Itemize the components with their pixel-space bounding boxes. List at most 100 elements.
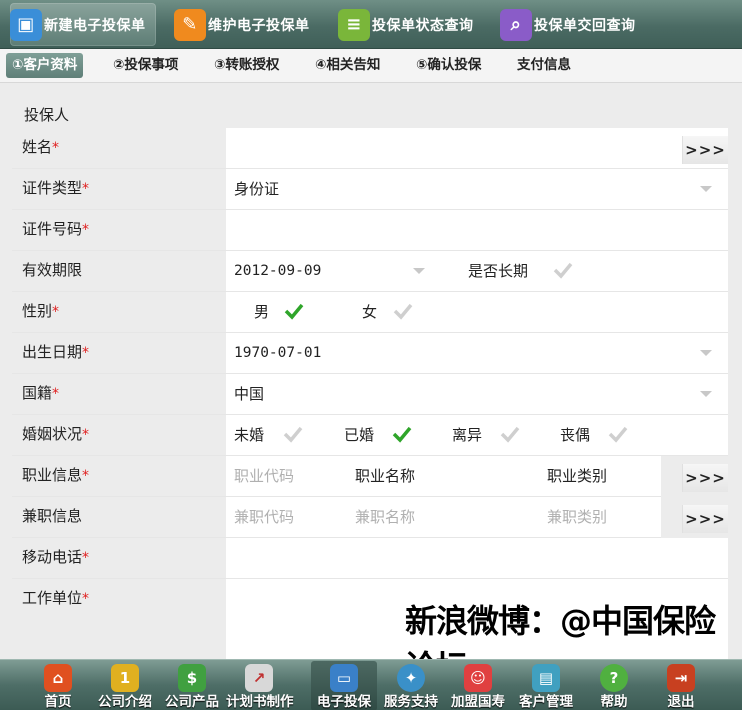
female-checkbox[interactable]: [393, 302, 413, 320]
nationality-select[interactable]: 中国: [234, 374, 264, 414]
exit-door-icon: ⇥: [667, 664, 695, 692]
tab-maintain-policy[interactable]: ✎ 维护电子投保单: [174, 3, 324, 46]
nav-company-intro[interactable]: 1 公司介绍: [92, 661, 158, 710]
row-nationality: 国籍* 中国: [12, 374, 728, 415]
check-icon: [392, 426, 412, 443]
nav-help[interactable]: ? 帮助: [581, 661, 647, 710]
long-term-label: 是否长期: [468, 262, 529, 280]
occupation-code-input[interactable]: 职业代码: [234, 456, 294, 496]
nav-proposal[interactable]: ↗ 计划书制作: [226, 661, 294, 710]
row-gender: 性别* 男 女: [12, 292, 728, 333]
id-type-select[interactable]: 身份证: [234, 169, 279, 209]
birth-date-select[interactable]: 1970-07-01: [234, 333, 321, 373]
check-icon: [393, 303, 413, 320]
part-time-label: 兼职信息: [12, 497, 226, 537]
step-insurance-items[interactable]: ②投保事项: [107, 53, 184, 78]
widowed-checkbox[interactable]: [608, 425, 628, 443]
chart-icon: ↗: [245, 664, 273, 692]
tab-label: 投保单交回查询: [534, 17, 636, 34]
part-time-more-button[interactable]: >>>: [682, 505, 728, 533]
valid-period-select[interactable]: 2012-09-09: [234, 251, 321, 291]
name-input[interactable]: [234, 128, 674, 168]
row-id-type: 证件类型* 身份证: [12, 169, 728, 210]
gender-option-female[interactable]: 女: [362, 292, 377, 332]
tab-new-policy[interactable]: ▣ 新建电子投保单: [10, 3, 156, 46]
part-time-name-input[interactable]: 兼职名称: [355, 497, 415, 537]
part-time-category-input[interactable]: 兼职类别: [547, 497, 607, 537]
row-mobile: 移动电话*: [12, 538, 728, 579]
mobile-label: 移动电话*: [12, 538, 226, 578]
chevron-down-icon[interactable]: [700, 391, 712, 397]
nav-home[interactable]: ⌂ 首页: [25, 661, 91, 710]
step-transfer-auth[interactable]: ③转账授权: [208, 53, 285, 78]
compass-icon: ✦: [397, 664, 425, 692]
name-more-button[interactable]: >>>: [682, 136, 728, 164]
id-number-input[interactable]: [234, 210, 714, 250]
row-occupation: 职业信息* 职业代码 职业名称 职业类别 >>>: [12, 456, 728, 497]
nav-e-insurance[interactable]: ▭ 电子投保: [311, 661, 377, 710]
section-title: 投保人: [24, 106, 70, 124]
marital-option-married[interactable]: 已婚: [344, 415, 374, 455]
married-checkbox[interactable]: [392, 425, 412, 443]
work-unit-label: 工作单位*: [12, 579, 226, 660]
step-notices[interactable]: ④相关告知: [309, 53, 386, 78]
birth-date-label: 出生日期*: [12, 333, 226, 373]
laptop-icon: ▭: [330, 664, 358, 692]
applicant-form: 姓名* >>> 证件类型* 身份证 证件号码* 有效期限 2012-09-09 …: [12, 128, 728, 660]
tab-policy-status[interactable]: ≡ 投保单状态查询: [338, 3, 488, 46]
check-icon: [500, 426, 520, 443]
occupation-more-button[interactable]: >>>: [682, 464, 728, 492]
gender-label: 性别*: [12, 292, 226, 332]
tab-policy-return[interactable]: ⌕ 投保单交回查询: [500, 3, 650, 46]
person-card-icon: ▣: [10, 8, 42, 41]
occupation-label: 职业信息*: [12, 456, 226, 496]
nationality-label: 国籍*: [12, 374, 226, 414]
tab-label: 维护电子投保单: [208, 17, 310, 34]
nav-service-support[interactable]: ✦ 服务支持: [378, 661, 444, 710]
row-marital-status: 婚姻状况* 未婚 已婚 离异 丧偶: [12, 415, 728, 456]
people-icon: ☺: [464, 664, 492, 692]
check-icon: [284, 303, 304, 320]
help-icon: ?: [600, 664, 628, 692]
bottom-nav: ⌂ 首页 1 公司介绍 $ 公司产品 ↗ 计划书制作 ▭ 电子投保 ✦ 服务支持…: [0, 659, 742, 710]
step-payment-info[interactable]: 支付信息: [511, 53, 577, 78]
tab-label: 新建电子投保单: [44, 17, 146, 34]
money-bag-icon: $: [178, 664, 206, 692]
male-checkbox[interactable]: [284, 302, 304, 320]
row-birth-date: 出生日期* 1970-07-01: [12, 333, 728, 374]
id-number-label: 证件号码*: [12, 210, 226, 250]
nav-customer-mgmt[interactable]: ▤ 客户管理: [513, 661, 579, 710]
check-icon: [553, 262, 573, 279]
nav-company-products[interactable]: $ 公司产品: [159, 661, 225, 710]
step-bar: ①客户资料 ②投保事项 ③转账授权 ④相关告知 ⑤确认投保 支付信息: [0, 49, 742, 83]
edit-document-icon: ✎: [174, 8, 206, 41]
id-type-label: 证件类型*: [12, 169, 226, 209]
marital-option-divorced[interactable]: 离异: [452, 415, 482, 455]
divorced-checkbox[interactable]: [500, 425, 520, 443]
mobile-input[interactable]: [234, 538, 714, 578]
row-id-number: 证件号码*: [12, 210, 728, 251]
marital-option-widowed[interactable]: 丧偶: [560, 415, 590, 455]
part-time-code-input[interactable]: 兼职代码: [234, 497, 294, 537]
step-customer-info[interactable]: ①客户资料: [6, 53, 84, 78]
long-term-checkbox[interactable]: [553, 261, 573, 279]
single-checkbox[interactable]: [283, 425, 303, 443]
tab-label: 投保单状态查询: [372, 17, 474, 34]
marital-status-label: 婚姻状况*: [12, 415, 226, 455]
chevron-down-icon[interactable]: [700, 350, 712, 356]
marital-option-single[interactable]: 未婚: [234, 415, 264, 455]
nav-exit[interactable]: ⇥ 退出: [648, 661, 714, 710]
chevron-down-icon[interactable]: [413, 268, 425, 274]
search-document-icon: ⌕: [500, 8, 532, 41]
trophy-icon: 1: [111, 664, 139, 692]
document-status-icon: ≡: [338, 8, 370, 41]
name-label: 姓名*: [12, 128, 226, 168]
row-part-time: 兼职信息 兼职代码 兼职名称 兼职类别 >>>: [12, 497, 728, 538]
chevron-down-icon[interactable]: [700, 186, 712, 192]
check-icon: [608, 426, 628, 443]
gender-option-male[interactable]: 男: [254, 292, 269, 332]
row-valid-period: 有效期限 2012-09-09 是否长期: [12, 251, 728, 292]
nav-join[interactable]: ☺ 加盟国寿: [445, 661, 511, 710]
occupation-name: 职业名称: [355, 467, 416, 485]
step-confirm[interactable]: ⑤确认投保: [410, 53, 487, 78]
